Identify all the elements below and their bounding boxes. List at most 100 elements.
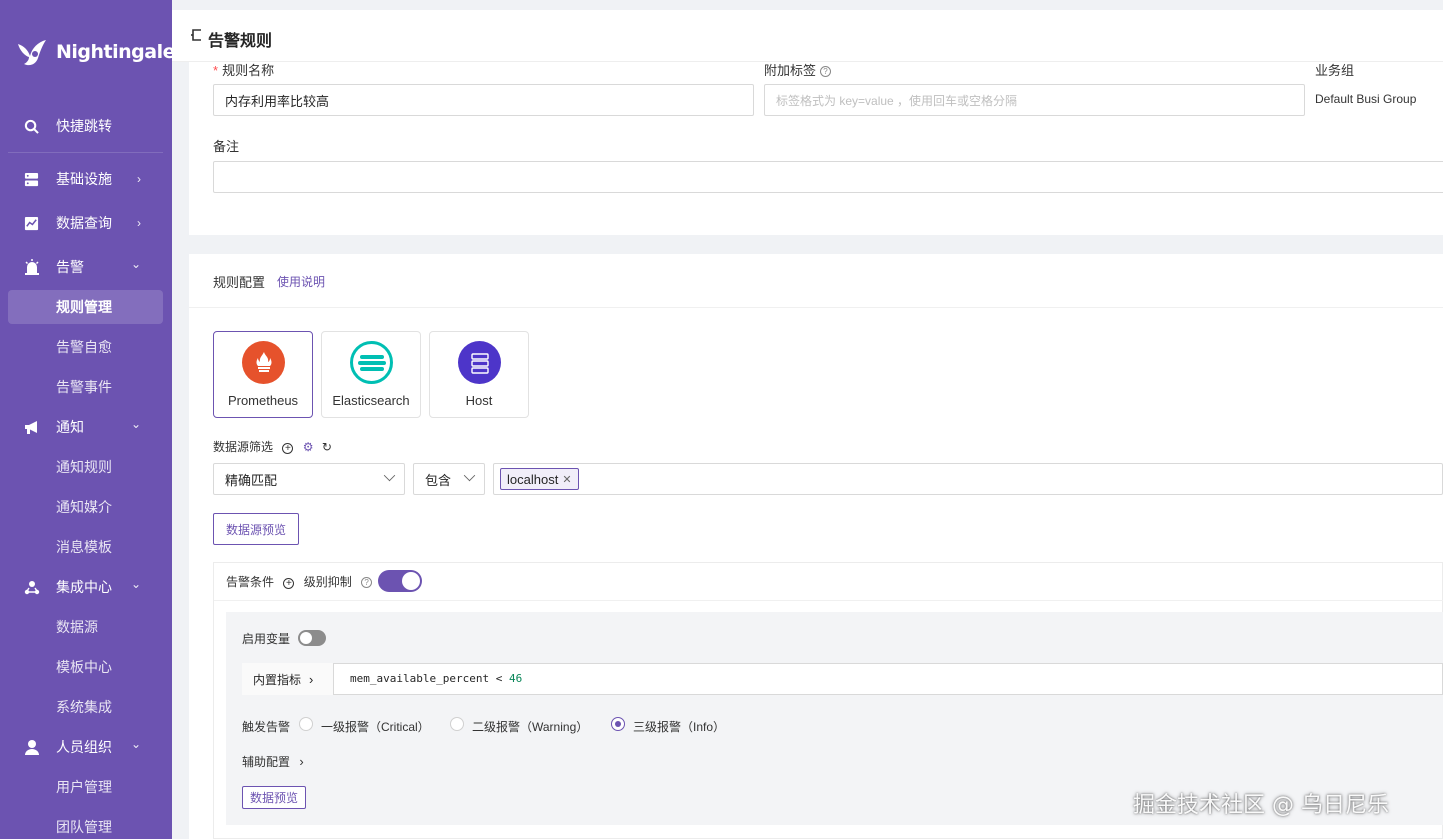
nav-message-templates[interactable]: 消息模板: [8, 530, 163, 564]
business-group-value[interactable]: Default Busi Group: [1315, 92, 1416, 106]
rule-name-input[interactable]: 内存利用率比较高: [213, 84, 754, 116]
app-logo[interactable]: Nightingale: [14, 34, 175, 70]
nav-label: 消息模板: [56, 539, 112, 555]
query-operator: <: [495, 672, 503, 685]
help-icon[interactable]: ?: [820, 66, 832, 77]
nav-label: 系统集成: [56, 699, 112, 715]
add-circle-icon[interactable]: +: [282, 443, 294, 454]
settings-icon[interactable]: ⚙: [303, 440, 314, 454]
nav-notify-rules[interactable]: 通知规则: [8, 450, 163, 484]
datasource-name: Prometheus: [227, 393, 299, 408]
nav-template-center[interactable]: 模板中心: [8, 650, 163, 684]
add-circle-icon[interactable]: +: [283, 578, 295, 589]
level-suppress-label: 级别抑制: [303, 575, 352, 589]
refresh-icon[interactable]: ↻: [322, 440, 332, 454]
nav-label: 模板中心: [56, 659, 112, 675]
datasource-filter-label-text: 数据源筛选: [213, 440, 274, 454]
nav-notify[interactable]: 通知 ⌄: [8, 410, 163, 444]
datasource-preview-button[interactable]: 数据源预览: [213, 513, 299, 545]
operator-select[interactable]: 包含: [413, 463, 485, 495]
radio-warning[interactable]: [450, 717, 464, 731]
toggle-knob: [402, 572, 420, 590]
datasource-host[interactable]: Host: [429, 331, 529, 418]
server-icon: [23, 171, 40, 188]
rule-config-title: 规则配置: [213, 275, 266, 290]
radio-critical[interactable]: [299, 717, 313, 731]
data-preview-button[interactable]: 数据预览: [242, 786, 306, 809]
aux-config-toggle[interactable]: 辅助配置 ›: [242, 753, 304, 770]
megaphone-icon: [23, 419, 40, 436]
radio-info[interactable]: [611, 717, 625, 731]
integration-icon: [23, 579, 40, 596]
nav-notify-media[interactable]: 通知媒介: [8, 490, 163, 524]
nav-label: 人员组织: [56, 739, 112, 755]
nav-team-management[interactable]: 团队管理: [8, 810, 163, 839]
aux-config-label: 辅助配置: [242, 755, 291, 769]
nav-infrastructure[interactable]: 基础设施 ›: [8, 162, 163, 196]
level-info-label[interactable]: 三级报警（Info）: [633, 718, 725, 735]
watermark: 掘金技术社区 @ 乌日尼乐: [1133, 793, 1389, 818]
rule-name-label: * 规则名称: [213, 60, 274, 79]
divider: [8, 152, 163, 153]
user-icon: [23, 739, 40, 756]
chevron-down-icon: ⌄: [130, 417, 141, 431]
level-critical-label[interactable]: 一级报警（Critical）: [321, 718, 430, 735]
tags-input[interactable]: 标签格式为 key=value ，使用回车或空格分隔: [764, 84, 1305, 116]
nav-label: 快捷跳转: [56, 118, 112, 134]
datasource-tag-label: localhost: [507, 471, 559, 487]
tags-label: 附加标签?: [764, 60, 832, 79]
nav-data-query[interactable]: 数据查询 ›: [8, 206, 163, 240]
builtin-metric-button[interactable]: 内置指标 ›: [242, 663, 334, 695]
nav-alert[interactable]: 告警 ⌄: [8, 250, 163, 284]
close-icon[interactable]: ✕: [562, 473, 571, 486]
business-group-label: 业务组: [1315, 63, 1355, 78]
alarm-icon: [23, 259, 40, 276]
query-metric: mem_available_percent: [350, 672, 490, 685]
level-suppress-toggle[interactable]: [378, 570, 422, 592]
nav-alert-events[interactable]: 告警事件: [8, 370, 163, 404]
nav-label: 告警自愈: [56, 339, 112, 355]
datasource-name: Elasticsearch: [332, 393, 410, 408]
back-icon[interactable]: [190, 28, 202, 44]
datasource-elasticsearch[interactable]: Elasticsearch: [321, 331, 421, 418]
usage-help-link[interactable]: 使用说明: [277, 273, 325, 290]
page-title: 告警规则: [208, 33, 273, 50]
note-label: 备注: [213, 139, 240, 154]
toggle-knob: [300, 632, 312, 644]
builtin-metric-label: 内置指标: [253, 672, 302, 687]
nav-alert-self-heal[interactable]: 告警自愈: [8, 330, 163, 364]
nav-label: 通知: [56, 419, 84, 435]
nav-system-integration[interactable]: 系统集成: [8, 690, 163, 724]
nav-rule-management[interactable]: 规则管理: [8, 290, 163, 324]
nav-user-management[interactable]: 用户管理: [8, 770, 163, 804]
promql-input[interactable]: mem_available_percent < 46: [350, 672, 522, 685]
divider: [189, 307, 1443, 308]
nav-quick-jump[interactable]: 快捷跳转: [8, 109, 163, 143]
sidebar: Nightingale 快捷跳转 基础设施 › 数据查询 › 告警 ⌄ 规则管理…: [0, 0, 175, 839]
chevron-right-icon: ›: [299, 754, 304, 769]
divider: [214, 600, 1443, 601]
nav-integration-center[interactable]: 集成中心 ⌄: [8, 570, 163, 604]
level-warning-label[interactable]: 二级报警（Warning）: [472, 718, 588, 735]
match-type-select[interactable]: 精确匹配: [213, 463, 405, 495]
datasource-value-select[interactable]: localhost ✕: [493, 463, 1443, 495]
nav-label: 用户管理: [56, 779, 112, 795]
help-icon[interactable]: ?: [361, 577, 373, 588]
nav-label: 团队管理: [56, 819, 112, 835]
chart-icon: [23, 215, 40, 232]
note-input[interactable]: [213, 161, 1443, 193]
nav-people-org[interactable]: 人员组织 ⌄: [8, 730, 163, 764]
elasticsearch-icon: [350, 341, 393, 384]
nightingale-logo-icon: [18, 40, 46, 66]
app-name: Nightingale: [56, 41, 175, 63]
enable-variable-toggle[interactable]: [298, 630, 326, 646]
trigger-alert-label: 触发告警: [242, 720, 291, 734]
enable-variable-label: 启用变量: [242, 632, 291, 646]
nav-datasources[interactable]: 数据源: [8, 610, 163, 644]
alert-condition-label: 告警条件 + 级别抑制 ?: [226, 573, 373, 590]
required-mark: *: [213, 63, 219, 78]
chevron-down-icon: ⌄: [130, 257, 141, 271]
query-threshold: 46: [508, 672, 523, 685]
rule-name-label-text: 规则名称: [222, 63, 275, 78]
datasource-prometheus[interactable]: Prometheus: [213, 331, 313, 418]
